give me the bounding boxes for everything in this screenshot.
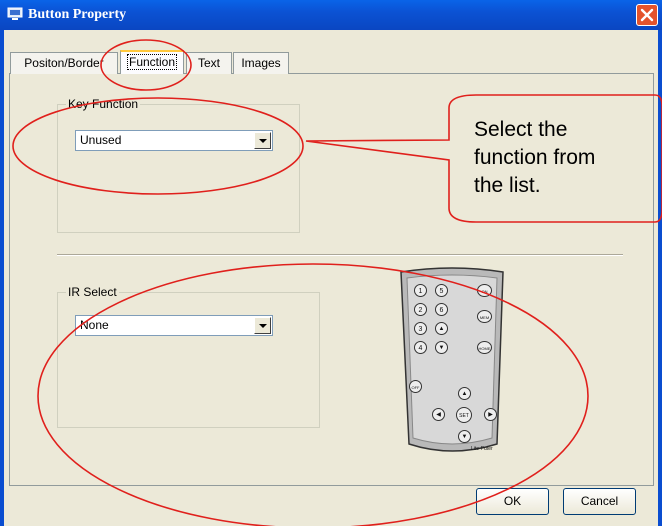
callout-line: the list. (474, 174, 541, 197)
annotation-overlay (12, 39, 662, 526)
callout-line: function from (474, 146, 596, 169)
callout-line: Select the (474, 118, 568, 141)
callout-text: Select the function from the list. (474, 116, 654, 200)
function-tab-highlight (100, 39, 192, 91)
key-function-highlight (12, 97, 304, 195)
ir-select-highlight (37, 263, 589, 526)
